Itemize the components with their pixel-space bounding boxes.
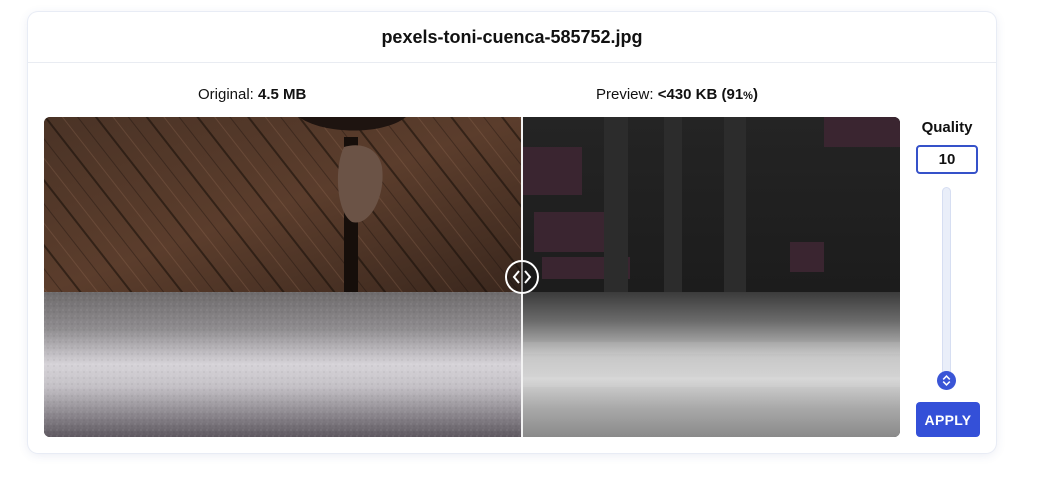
- quality-input[interactable]: [916, 145, 978, 174]
- preview-label-text: Preview:: [596, 86, 654, 103]
- file-title: pexels-toni-cuenca-585752.jpg: [381, 26, 643, 47]
- comparison-handle[interactable]: [505, 260, 539, 294]
- preview-size-text: <430 KB (91: [657, 86, 744, 103]
- quality-slider-thumb[interactable]: [937, 371, 956, 390]
- preview-close-paren: ): [752, 86, 758, 103]
- image-comparison[interactable]: [44, 117, 900, 437]
- quality-label: Quality: [921, 119, 973, 136]
- apply-button[interactable]: APPLY: [916, 402, 980, 437]
- preview-size-label: Preview: <430 KB (91%): [596, 86, 758, 103]
- chevrons-up-down-icon: [942, 375, 951, 386]
- quality-panel: Quality APPLY: [914, 117, 980, 437]
- original-label-text: Original:: [198, 86, 254, 103]
- comparison-image: [44, 117, 900, 437]
- preview-size-value: <430 KB (91%): [658, 86, 758, 103]
- preview-percent-sign: %: [743, 90, 753, 102]
- quality-slider-track[interactable]: [942, 187, 951, 381]
- compression-card: pexels-toni-cuenca-585752.jpg Original: …: [28, 12, 996, 453]
- card-header: pexels-toni-cuenca-585752.jpg: [28, 12, 996, 63]
- original-size-label: Original: 4.5 MB: [198, 86, 306, 103]
- chevrons-left-right-icon: [512, 270, 532, 284]
- original-size-value: 4.5 MB: [258, 86, 307, 103]
